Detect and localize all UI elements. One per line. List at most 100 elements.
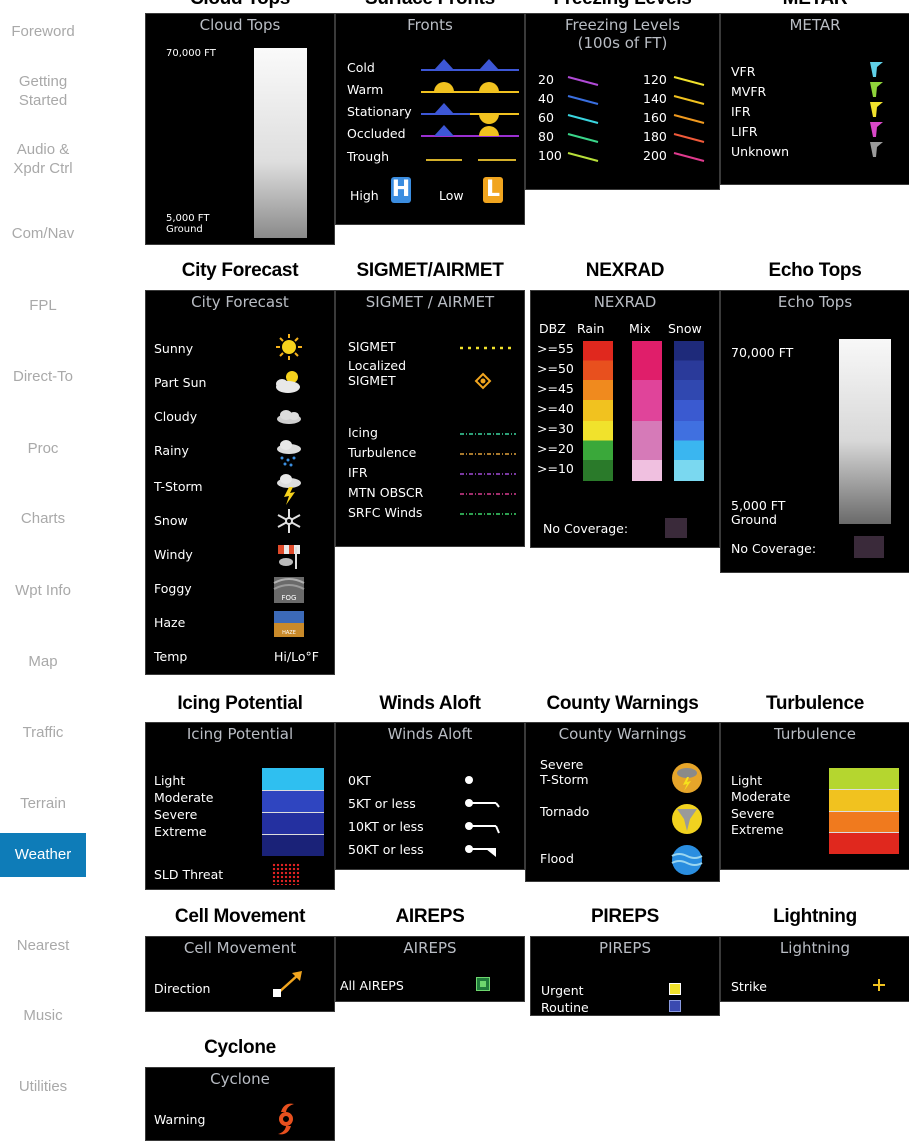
nav-com-nav[interactable]: Com/Nav [0, 224, 86, 243]
freezing-levels-panel: Freezing Levels (100s of FT) 20 40 60 80 … [525, 13, 720, 190]
cloud-tops-gradient-bar [254, 48, 307, 238]
cold-front-symbol [421, 59, 519, 71]
header-metar: METAR [720, 0, 909, 10]
nav-utilities[interactable]: Utilities [0, 1077, 86, 1096]
low-pressure-icon: L [483, 177, 503, 203]
foggy-icon: FOG [273, 577, 305, 603]
header-pireps: PIREPS [591, 906, 659, 927]
sunny-icon [276, 334, 302, 360]
pireps-routine-icon [669, 1000, 681, 1012]
nav-music[interactable]: Music [0, 1006, 86, 1025]
nav-nearest[interactable]: Nearest [0, 936, 86, 955]
header-cell-movement: Cell Movement [174, 906, 306, 927]
header-sigmet-airmet: SIGMET/AIRMET [356, 260, 504, 281]
aireps-panel: AIREPS All AIREPS [335, 936, 525, 1002]
nav-terrain[interactable]: Terrain [0, 794, 86, 813]
turbulence-severe: Severe [731, 806, 775, 821]
turbulence-scale [829, 768, 899, 854]
nexrad-level-55: >=55 [537, 341, 574, 356]
turbulence-extreme: Extreme [731, 822, 784, 837]
turbulence-title: Turbulence [774, 725, 856, 743]
nexrad-col-dbz: DBZ [539, 321, 566, 336]
nexrad-level-30: >=30 [537, 421, 574, 436]
header-cloud-tops: Cloud Tops [145, 0, 335, 10]
nexrad-panel: NEXRAD DBZ Rain Mix Snow >=55 >=50 >=45 … [530, 290, 720, 548]
nav-fpl[interactable]: FPL [0, 296, 86, 315]
cyclone-icon [278, 1103, 294, 1135]
nexrad-level-50: >=50 [537, 361, 574, 376]
nav-traffic[interactable]: Traffic [0, 723, 86, 742]
nexrad-level-10: >=10 [537, 461, 574, 476]
cloud-tops-bottom-1: 5,000 FT [166, 213, 210, 224]
echo-tops-no-coverage-swatch [854, 536, 884, 558]
icing-moderate: Moderate [154, 790, 214, 805]
snow-icon [277, 509, 301, 533]
turbulence-light: Light [731, 773, 763, 788]
high-pressure-icon: H [391, 177, 411, 203]
echo-tops-bottom-1: 5,000 FT [731, 498, 786, 513]
part-sun-icon [276, 371, 300, 393]
header-echo-tops: Echo Tops [768, 260, 862, 281]
cloud-tops-panel: Cloud Tops 70,000 FT 5,000 FT Ground [145, 13, 335, 245]
nexrad-col-rain: Rain [577, 321, 605, 336]
lightning-strike-icon [873, 979, 885, 991]
icing-title: Icing Potential [186, 725, 294, 743]
cell-movement-panel: Cell Movement Direction [145, 936, 335, 1012]
cloud-tops-top-label: 70,000 FT [166, 48, 216, 59]
echo-tops-panel: Echo Tops 70,000 FT 5,000 FT Ground No Co… [720, 290, 909, 573]
metar-flags [870, 62, 883, 157]
nav-foreword[interactable]: Foreword [0, 22, 86, 41]
nav-wpt-info[interactable]: Wpt Info [0, 581, 86, 600]
header-winds-aloft: Winds Aloft [379, 693, 481, 714]
echo-tops-bottom-label: 5,000 FT Ground [731, 499, 785, 527]
tornado-icon [672, 804, 702, 834]
nexrad-no-coverage-swatch [665, 518, 687, 538]
county-warnings-panel: County Warnings Severe T-Storm Tornado Fl… [525, 722, 720, 882]
nav-audio-xpdr[interactable]: Audio & Xpdr Ctrl [0, 140, 86, 178]
occluded-front-symbol [421, 125, 519, 137]
svg-text:HAZE: HAZE [282, 630, 296, 636]
county-warning-icons [671, 763, 703, 875]
nexrad-rain-scale [583, 341, 613, 481]
stationary-front-symbol [421, 103, 519, 124]
nexrad-col-mix: Mix [629, 321, 651, 336]
header-county-warnings: County Warnings [546, 693, 699, 714]
fronts-high: High [350, 188, 379, 203]
localized-sigmet-icon [474, 372, 492, 390]
turbulence-moderate: Moderate [731, 789, 791, 804]
turbulence-panel: Turbulence Light Moderate Severe Extreme [720, 722, 909, 870]
nav-audio-xpdr-label: Audio & Xpdr Ctrl [13, 141, 73, 177]
nav-charts[interactable]: Charts [0, 509, 86, 528]
header-turbulence: Turbulence [766, 693, 864, 714]
header-surface-fronts: Surface Fronts [335, 0, 525, 10]
winds-aloft-panel: Winds Aloft 0KT 5KT or less 10KT or less… [335, 722, 525, 870]
echo-tops-bottom-2: Ground [731, 512, 777, 527]
nav-weather[interactable]: Weather [0, 833, 86, 877]
fronts-panel: Fronts Cold Warm Stationary Occluded Tro… [335, 13, 525, 225]
wind-barb-symbols [465, 776, 500, 857]
haze-icon: HAZE [274, 611, 304, 637]
nav-proc[interactable]: Proc [0, 439, 86, 458]
nav-direct-to[interactable]: Direct-To [0, 367, 86, 386]
pireps-routine: Routine [541, 1000, 589, 1015]
fronts-low: Low [439, 188, 464, 203]
sld-threat-pattern [272, 863, 300, 885]
icing-extreme: Extreme [154, 824, 207, 839]
icing-light: Light [154, 773, 186, 788]
pireps-panel: PIREPS Urgent Routine [530, 936, 720, 1016]
windy-icon [278, 545, 300, 569]
nav-getting-started[interactable]: Getting Started [0, 72, 86, 110]
section-nav: Foreword Getting Started Audio & Xpdr Ct… [0, 0, 86, 1141]
echo-tops-title: Echo Tops [777, 293, 853, 311]
nav-map[interactable]: Map [0, 652, 86, 671]
svg-text:FOG: FOG [282, 594, 297, 602]
cloud-tops-bottom-label: 5,000 FT Ground [166, 213, 210, 235]
icing-scale [262, 768, 324, 856]
icing-potential-panel: Icing Potential Light Moderate Severe Ex… [145, 722, 335, 890]
echo-tops-no-coverage: No Coverage: [731, 541, 817, 556]
nexrad-level-45: >=45 [537, 381, 574, 396]
metar-panel: METAR VFR MVFR IFR LIFR Unknown [720, 13, 909, 185]
aireps-title: AIREPS [403, 939, 457, 957]
city-forecast-panel: City Forecast Sunny Part Sun Cloudy Rain… [145, 290, 335, 675]
echo-tops-gradient-bar [839, 339, 891, 524]
